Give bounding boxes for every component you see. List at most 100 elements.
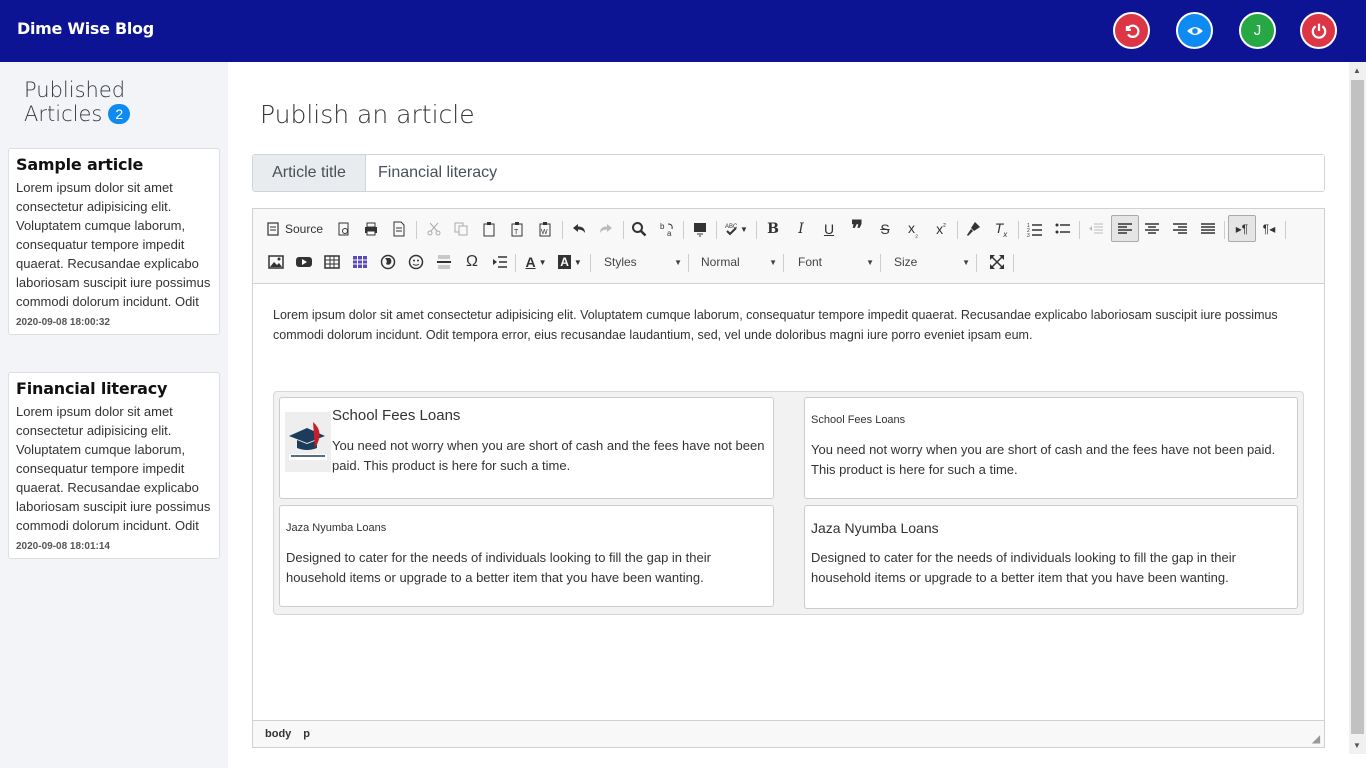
print-button[interactable] bbox=[360, 217, 382, 241]
product-card-school-fees-2[interactable]: School Fees Loans You need not worry whe… bbox=[804, 397, 1298, 499]
element-path-bar: body p ◢ bbox=[253, 720, 1324, 747]
remove-format-button[interactable]: Tx bbox=[990, 217, 1012, 241]
text-color-button[interactable]: A ▼ bbox=[521, 250, 551, 274]
caret-down-icon: ▼ bbox=[674, 257, 682, 267]
align-right-button[interactable] bbox=[1169, 217, 1191, 241]
underline-button[interactable]: U bbox=[818, 217, 840, 241]
spellcheck-button[interactable]: ABC ▼ bbox=[721, 217, 751, 241]
article-title[interactable]: Sample article bbox=[16, 155, 212, 174]
svg-text:T: T bbox=[514, 229, 519, 236]
preview-button[interactable] bbox=[1176, 12, 1213, 49]
source-button[interactable]: Source bbox=[265, 217, 327, 241]
paste-button[interactable] bbox=[478, 217, 500, 241]
justify-button[interactable] bbox=[1197, 217, 1219, 241]
preview-tool-button[interactable] bbox=[333, 217, 355, 241]
special-char-button[interactable]: Ω bbox=[461, 250, 483, 274]
paste-word-button[interactable]: W bbox=[534, 217, 556, 241]
styles-dropdown[interactable]: Styles ▼ bbox=[596, 251, 686, 273]
heading-line2: Articles bbox=[24, 102, 103, 126]
card-text: You need not worry when you are short of… bbox=[811, 442, 1276, 477]
replace-button[interactable]: ba bbox=[656, 217, 678, 241]
copy-format-button[interactable] bbox=[962, 217, 984, 241]
caret-down-icon: ▼ bbox=[866, 257, 874, 267]
font-label: Font bbox=[798, 255, 823, 269]
layout-grid-button[interactable] bbox=[349, 250, 371, 274]
source-label: Source bbox=[285, 222, 324, 236]
article-title[interactable]: Financial literacy bbox=[16, 379, 212, 398]
user-avatar-button[interactable]: J bbox=[1239, 12, 1276, 49]
ltr-button[interactable]: ▸¶ bbox=[1228, 215, 1256, 242]
quote-icon: ❞ bbox=[851, 216, 863, 241]
strikethrough-icon: S bbox=[880, 221, 890, 237]
numbered-list-button[interactable]: 123 bbox=[1024, 217, 1046, 241]
product-card-jaza-nyumba[interactable]: Jaza Nyumba Loans Designed to cater for … bbox=[279, 505, 774, 607]
path-element-body[interactable]: body bbox=[265, 728, 291, 740]
resize-handle-icon[interactable]: ◢ bbox=[1312, 734, 1320, 745]
format-dropdown[interactable]: Normal ▼ bbox=[693, 251, 781, 273]
background-color-icon: A bbox=[558, 255, 571, 269]
scroll-down-arrow-icon[interactable]: ▼ bbox=[1353, 741, 1361, 750]
size-dropdown[interactable]: Size ▼ bbox=[886, 251, 974, 273]
italic-button[interactable]: I bbox=[790, 217, 812, 241]
background-color-button[interactable]: A ▼ bbox=[555, 250, 585, 274]
emoji-button[interactable] bbox=[405, 250, 427, 274]
content-paragraph[interactable]: Lorem ipsum dolor sit amet consectetur a… bbox=[273, 305, 1304, 345]
brand-title[interactable]: Dime Wise Blog bbox=[17, 19, 154, 38]
horizontal-line-button[interactable] bbox=[433, 250, 455, 274]
svg-text:3: 3 bbox=[1027, 233, 1030, 237]
table-icon bbox=[324, 255, 340, 269]
rtl-button[interactable]: ¶◂ bbox=[1258, 217, 1280, 241]
templates-button[interactable] bbox=[388, 217, 410, 241]
maximize-button[interactable] bbox=[986, 250, 1008, 274]
subscript-button[interactable]: x₂ bbox=[902, 217, 924, 241]
video-embed-button[interactable] bbox=[293, 250, 315, 274]
iframe-button[interactable] bbox=[377, 250, 399, 274]
copy-icon bbox=[454, 222, 468, 236]
page-scrollbar[interactable]: ▲ ▼ bbox=[1349, 62, 1366, 754]
logout-button[interactable] bbox=[1300, 12, 1337, 49]
align-left-button[interactable] bbox=[1111, 215, 1139, 242]
select-all-button[interactable] bbox=[689, 217, 711, 241]
article-date: 2020-09-08 18:00:32 bbox=[16, 317, 110, 328]
print-icon bbox=[365, 222, 377, 236]
font-dropdown[interactable]: Font ▼ bbox=[790, 251, 878, 273]
find-button[interactable] bbox=[628, 217, 650, 241]
blockquote-button[interactable]: ❞ bbox=[846, 217, 868, 241]
card-title: Jaza Nyumba Loans bbox=[811, 520, 939, 536]
card-text: You need not worry when you are short of… bbox=[332, 438, 765, 473]
redo-edit-button[interactable] bbox=[595, 217, 617, 241]
spellcheck-icon: ABC bbox=[725, 224, 738, 236]
strikethrough-button[interactable]: S bbox=[874, 217, 896, 241]
article-card-financial[interactable]: Financial literacy Lorem ipsum dolor sit… bbox=[8, 372, 220, 559]
bold-icon: B bbox=[767, 221, 779, 237]
undo-button[interactable] bbox=[1113, 12, 1150, 49]
article-title-input[interactable] bbox=[366, 155, 1324, 191]
editor-content[interactable]: Lorem ipsum dolor sit amet consectetur a… bbox=[253, 285, 1324, 719]
smiley-icon bbox=[408, 254, 424, 270]
article-card-sample[interactable]: Sample article Lorem ipsum dolor sit ame… bbox=[8, 148, 220, 335]
cards-grid[interactable]: School Fees Loans You need not worry whe… bbox=[273, 391, 1304, 615]
outdent-button[interactable] bbox=[1085, 217, 1107, 241]
path-element-p[interactable]: p bbox=[303, 728, 310, 740]
align-center-button[interactable] bbox=[1141, 217, 1163, 241]
copy-button[interactable] bbox=[450, 217, 472, 241]
paste-text-button[interactable]: T bbox=[506, 217, 528, 241]
scroll-up-arrow-icon[interactable]: ▲ bbox=[1353, 66, 1361, 75]
maximize-icon bbox=[990, 255, 1004, 269]
undo-edit-button[interactable] bbox=[568, 217, 590, 241]
bulleted-list-button[interactable] bbox=[1052, 217, 1074, 241]
image-button[interactable] bbox=[265, 250, 287, 274]
editor-toolbar: Source T W ba ABC ▼ B I U ❞ S x₂ x² Tx 12… bbox=[253, 209, 1324, 284]
superscript-button[interactable]: x² bbox=[930, 217, 952, 241]
page-break-button[interactable] bbox=[489, 250, 511, 274]
card-title: Jaza Nyumba Loans bbox=[286, 522, 387, 534]
numbered-list-icon: 123 bbox=[1027, 223, 1042, 237]
published-articles-heading: Published Articles 2 bbox=[24, 78, 131, 126]
caret-down-icon: ▼ bbox=[769, 257, 777, 267]
product-card-jaza-nyumba-2[interactable]: Jaza Nyumba Loans Designed to cater for … bbox=[804, 505, 1298, 609]
bold-button[interactable]: B bbox=[762, 217, 784, 241]
cut-button[interactable] bbox=[423, 217, 445, 241]
product-card-school-fees[interactable]: School Fees Loans You need not worry whe… bbox=[279, 397, 774, 499]
scrollbar-thumb[interactable] bbox=[1351, 80, 1364, 734]
table-button[interactable] bbox=[321, 250, 343, 274]
